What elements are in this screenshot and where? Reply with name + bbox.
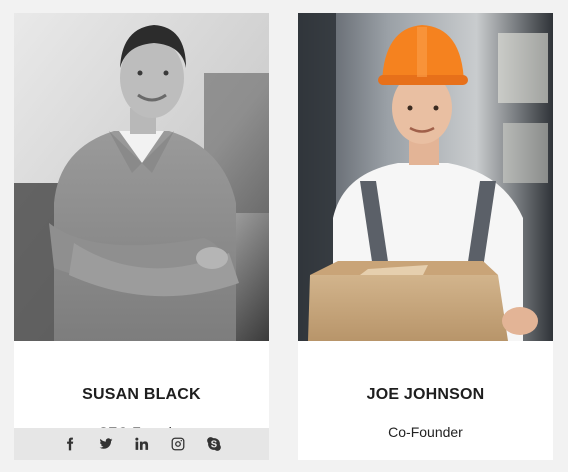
member-info: JOE JOHNSON Co-Founder: [298, 341, 553, 460]
member-name: SUSAN BLACK: [82, 386, 201, 403]
member-name: JOE JOHNSON: [366, 386, 485, 403]
member-role: Co-Founder: [388, 424, 463, 440]
team-card-joe-johnson: JOE JOHNSON Co-Founder: [298, 13, 553, 460]
social-links-bar: [14, 428, 269, 460]
instagram-icon: [171, 437, 184, 451]
member-photo: [298, 13, 553, 341]
facebook-link[interactable]: [52, 428, 88, 460]
linkedin-icon: [134, 437, 148, 450]
twitter-link[interactable]: [88, 428, 124, 460]
instagram-link[interactable]: [160, 428, 196, 460]
twitter-icon: [99, 438, 112, 449]
facebook-icon: [66, 437, 73, 451]
team-card-susan-black: SUSAN BLACK SEO Founder: [14, 13, 269, 460]
team-section: SUSAN BLACK SEO Founder: [0, 0, 568, 472]
member-info: SUSAN BLACK SEO Founder: [14, 341, 269, 460]
skype-icon: [206, 437, 221, 451]
member-photo: [14, 13, 269, 341]
skype-link[interactable]: [196, 428, 232, 460]
linkedin-link[interactable]: [124, 428, 160, 460]
